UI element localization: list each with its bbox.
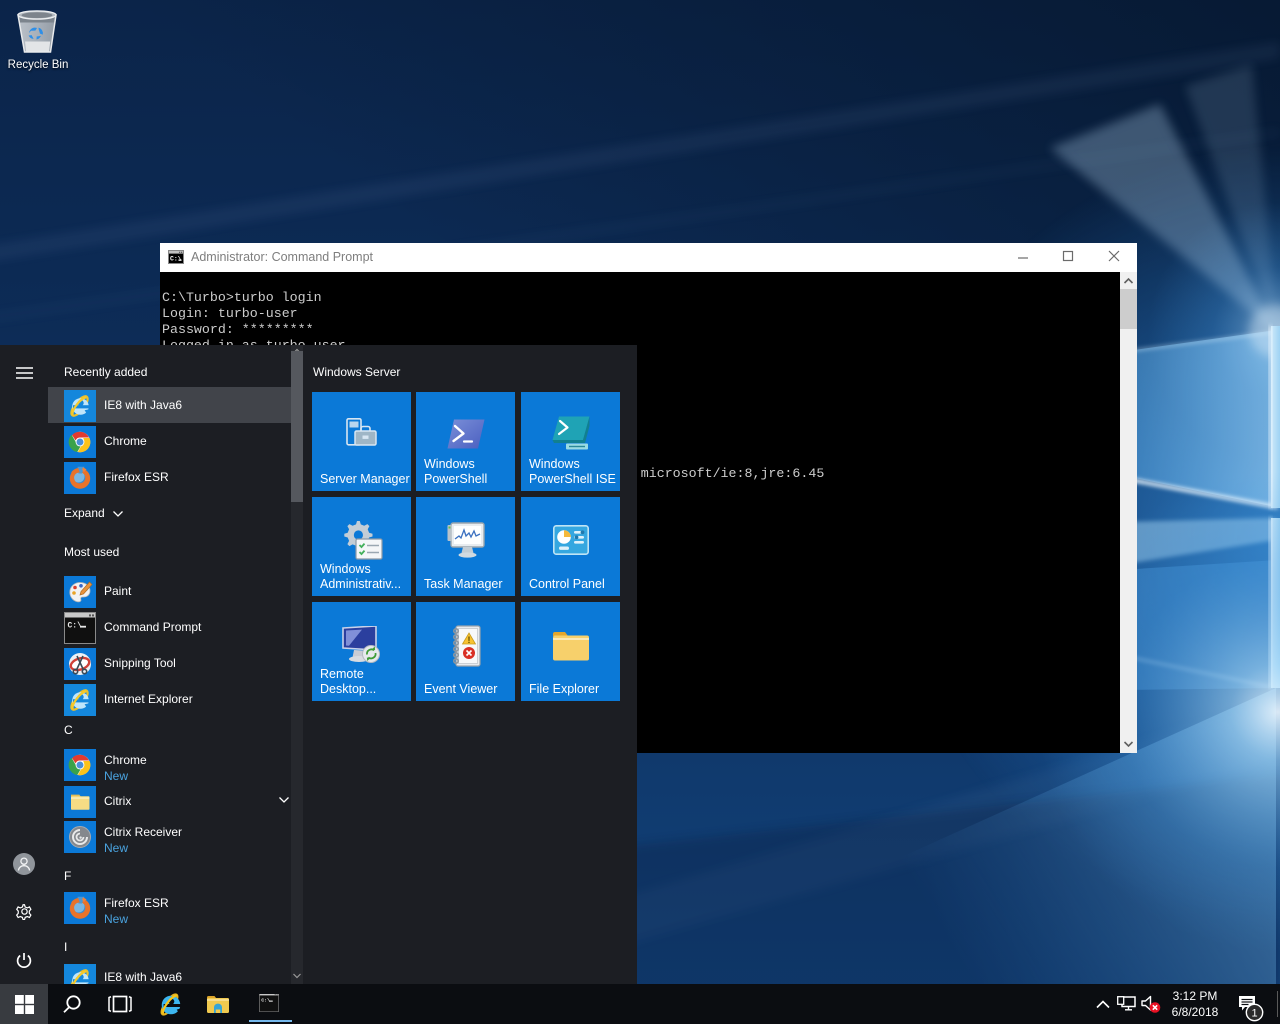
svg-text:C:\: C:\ bbox=[170, 256, 182, 263]
svg-text:1: 1 bbox=[1251, 1008, 1257, 1020]
svg-text:!: ! bbox=[468, 635, 471, 645]
